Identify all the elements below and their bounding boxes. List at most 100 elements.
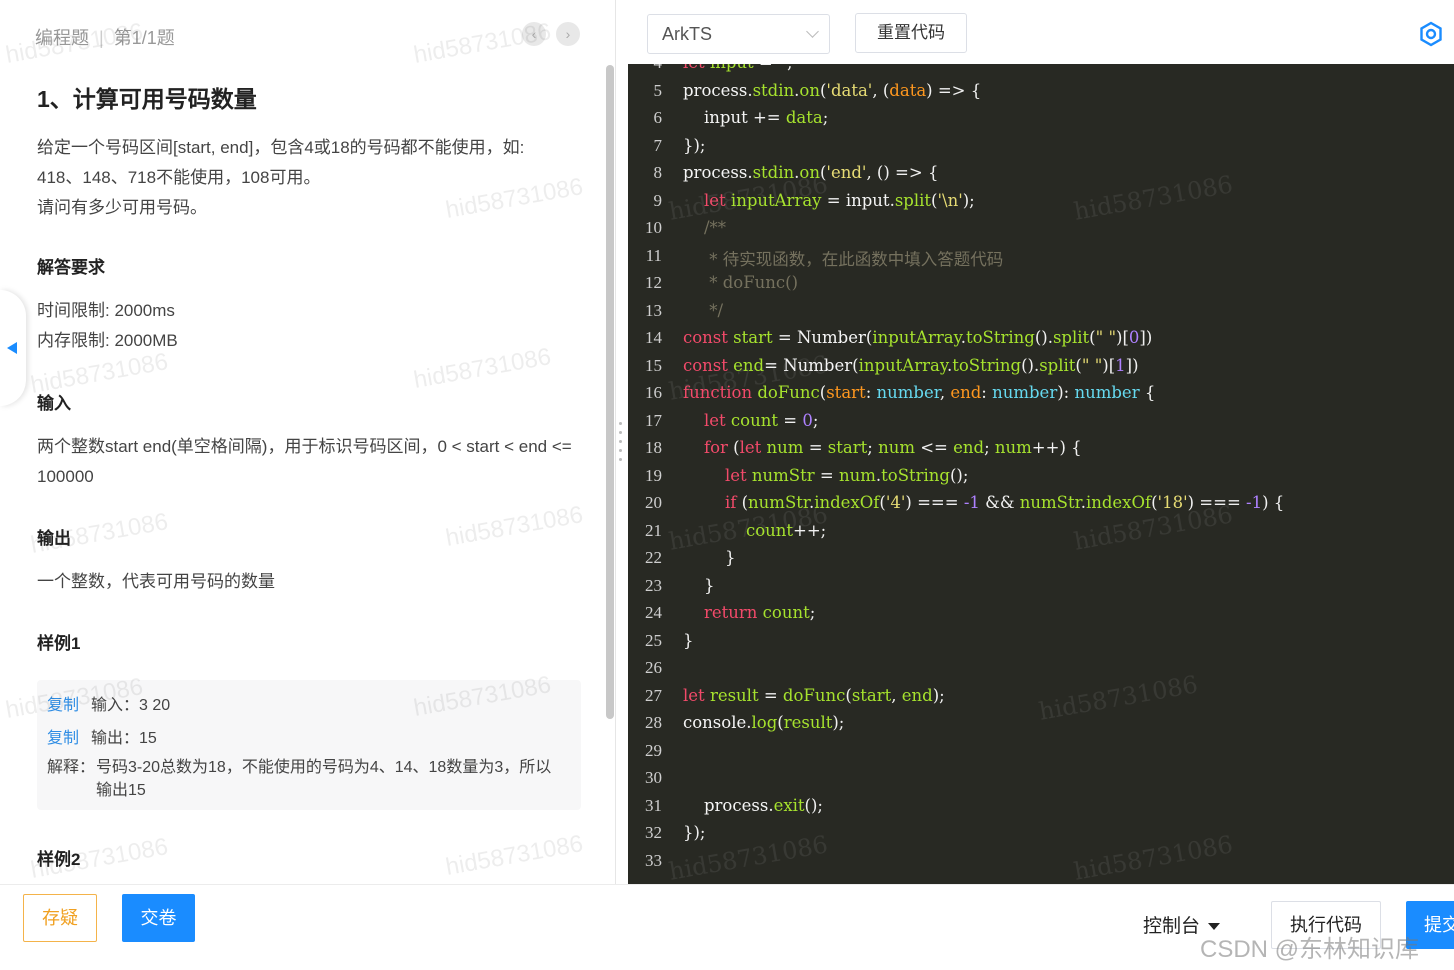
example-explanation: 解释： 号码3-20总数为18，不能使用的号码为4、14、18数量为3，所以输出… bbox=[47, 756, 567, 802]
line-number: 14 bbox=[645, 328, 662, 347]
code-line[interactable]: 6 input += data; bbox=[628, 108, 1454, 135]
line-number: 16 bbox=[645, 383, 662, 402]
question-title: 1、计算可用号码数量 bbox=[37, 86, 257, 112]
line-number: 20 bbox=[645, 493, 662, 512]
line-number: 25 bbox=[645, 630, 662, 650]
code-line[interactable]: 24 return count; bbox=[628, 603, 1454, 630]
line-number: 30 bbox=[645, 768, 662, 787]
code-line[interactable]: 22 } bbox=[628, 548, 1454, 575]
line-number: 26 bbox=[645, 658, 662, 677]
code-text: function doFunc(start: number, end: numb… bbox=[683, 383, 1156, 402]
line-number: 10 bbox=[645, 218, 662, 237]
code-line[interactable]: 18 for (let num = start; num <= end; num… bbox=[628, 438, 1454, 465]
prev-question-icon[interactable]: ‹ bbox=[522, 22, 546, 46]
panel-resize-handle[interactable] bbox=[619, 422, 623, 467]
doubt-button[interactable]: 存疑 bbox=[23, 894, 97, 942]
code-text: return count; bbox=[703, 603, 816, 622]
question-panel: 编程题 | 第1/1题 ‹ › 1、计算可用号码数量 给定一个号码区间[start, … bbox=[0, 0, 616, 884]
line-number: 7 bbox=[653, 135, 663, 155]
code-line[interactable]: 10 /** bbox=[628, 218, 1454, 245]
breadcrumb-separator: | bbox=[99, 28, 104, 48]
line-number: 5 bbox=[653, 80, 663, 100]
question-breadcrumb: 编程题 | 第1/1题 bbox=[35, 24, 175, 50]
input-heading: 输入 bbox=[37, 394, 71, 413]
line-number: 11 bbox=[645, 245, 662, 265]
code-line[interactable]: 13 */ bbox=[628, 301, 1454, 328]
line-number: 31 bbox=[645, 795, 662, 815]
code-line[interactable]: 4 let input = ''; bbox=[628, 64, 1454, 80]
code-line[interactable]: 16 function doFunc(start: number, end: nu… bbox=[628, 383, 1454, 410]
editor-toolbar: ArkTS 重置代码 bbox=[628, 0, 1454, 64]
code-text: let count = 0; bbox=[703, 410, 819, 430]
watermark: hid58731086 bbox=[443, 830, 586, 881]
line-number: 13 bbox=[645, 300, 662, 320]
line-number: 15 bbox=[645, 355, 662, 375]
code-line[interactable]: 30 bbox=[628, 768, 1454, 795]
line-number: 17 bbox=[645, 410, 662, 430]
action-bar: 存疑 交卷 控制台 执行代码 提交 CSDN @东林知识库 bbox=[0, 884, 1454, 970]
code-line[interactable]: 27 let result = doFunc(start, end); bbox=[628, 686, 1454, 713]
code-line[interactable]: 9 let inputArray = input.split('\n'); bbox=[628, 191, 1454, 218]
code-text: /** bbox=[703, 218, 727, 237]
code-line[interactable]: 33 bbox=[628, 851, 1454, 878]
code-line[interactable]: 11 * 待实现函数，在此函数中填入答题代码 bbox=[628, 246, 1454, 273]
code-text: let inputArray = input.split('\n'); bbox=[703, 190, 975, 210]
output-description: 一个整数，代表可用号码的数量 bbox=[37, 572, 275, 591]
collapse-panel-tab[interactable] bbox=[0, 290, 26, 406]
language-select[interactable]: ArkTS bbox=[647, 14, 830, 54]
code-line[interactable]: 7}); bbox=[628, 136, 1454, 163]
code-line[interactable]: 21 count++; bbox=[628, 521, 1454, 548]
code-text: }); bbox=[683, 135, 706, 155]
code-text: for (let num = start; num <= end; num++)… bbox=[703, 438, 1082, 457]
settings-icon[interactable] bbox=[1418, 21, 1444, 47]
code-text: const start = Number(inputArray.toString… bbox=[683, 328, 1153, 347]
code-line[interactable]: 28 console.log(result); bbox=[628, 713, 1454, 740]
time-limit: 时间限制: 2000ms bbox=[37, 301, 175, 320]
watermark: hid58731086 bbox=[443, 501, 586, 552]
explanation-text: 号码3-20总数为18，不能使用的号码为4、14、18数量为3，所以输出15 bbox=[96, 759, 552, 799]
submit-paper-button[interactable]: 交卷 bbox=[122, 894, 195, 942]
example2-heading: 样例2 bbox=[37, 850, 81, 869]
example-input-row: 复制 输入：3 20 bbox=[47, 691, 170, 715]
code-line[interactable]: 17 let count = 0; bbox=[628, 411, 1454, 438]
code-line[interactable]: 15 const end= Number(inputArray.toString(… bbox=[628, 356, 1454, 383]
question-scrollbar[interactable] bbox=[606, 65, 614, 719]
code-text: const end= Number(inputArray.toString().… bbox=[683, 355, 1139, 375]
code-line[interactable]: 14 const start = Number(inputArray.toStri… bbox=[628, 328, 1454, 355]
copy-output-link[interactable]: 复制 bbox=[47, 730, 79, 747]
line-number: 24 bbox=[645, 603, 662, 622]
example1-box: 复制 输入：3 20 复制 输出：15 解释： 号码3-20总数为18，不能使用的号… bbox=[37, 680, 581, 810]
output-heading: 输出 bbox=[37, 529, 71, 548]
code-text: process.exit(); bbox=[703, 795, 823, 815]
code-editor[interactable]: hid58731086 hid58731086 hid58731086 hid5… bbox=[628, 64, 1454, 884]
line-number: 21 bbox=[645, 520, 662, 540]
next-question-icon[interactable]: › bbox=[556, 22, 580, 46]
example-output: 输出：15 bbox=[91, 730, 157, 747]
line-number: 22 bbox=[645, 548, 662, 567]
code-text: */ bbox=[683, 300, 724, 320]
code-line[interactable]: 8 process.stdin.on('end', () => { bbox=[628, 163, 1454, 190]
code-line[interactable]: 26 bbox=[628, 658, 1454, 685]
code-line[interactable]: 12 * doFunc() bbox=[628, 273, 1454, 300]
code-text: * doFunc() bbox=[683, 273, 799, 292]
code-line[interactable]: 32}); bbox=[628, 823, 1454, 850]
csdn-watermark: CSDN @东林知识库 bbox=[1200, 936, 1420, 963]
code-line[interactable]: 19 let numStr = num.toString(); bbox=[628, 466, 1454, 493]
copy-input-link[interactable]: 复制 bbox=[47, 697, 79, 714]
code-line[interactable]: 25} bbox=[628, 631, 1454, 658]
code-text: let input = ''; bbox=[683, 64, 793, 72]
code-text: console.log(result); bbox=[683, 713, 845, 732]
code-text: let result = doFunc(start, end); bbox=[683, 685, 945, 705]
code-line[interactable]: 23 } bbox=[628, 576, 1454, 603]
code-line[interactable]: 29 bbox=[628, 741, 1454, 768]
reset-code-button[interactable]: 重置代码 bbox=[855, 13, 967, 53]
line-number: 6 bbox=[653, 108, 663, 127]
memory-limit: 内存限制: 2000MB bbox=[37, 331, 178, 350]
code-line[interactable]: 20 if (numStr.indexOf('4') === -1 && num… bbox=[628, 493, 1454, 520]
line-number: 32 bbox=[645, 823, 662, 842]
language-value: ArkTS bbox=[662, 24, 713, 44]
code-line[interactable]: 31 process.exit(); bbox=[628, 796, 1454, 823]
code-line[interactable]: 5 process.stdin.on('data', (data) => { bbox=[628, 81, 1454, 108]
code-text: } bbox=[683, 548, 736, 567]
code-text: } bbox=[683, 575, 715, 595]
